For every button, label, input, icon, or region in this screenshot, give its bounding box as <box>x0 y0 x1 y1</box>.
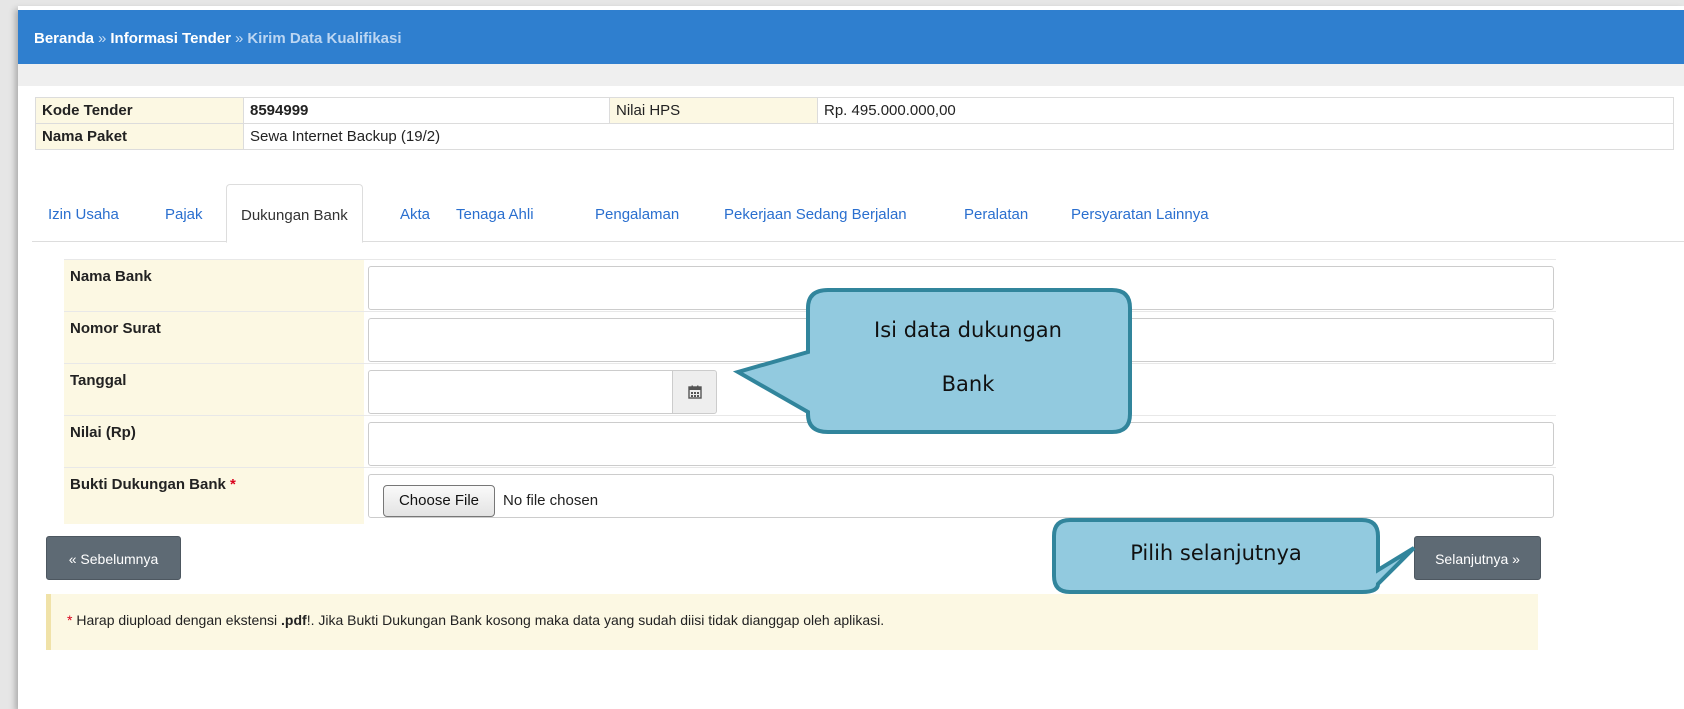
callout-fill-line2: Bank <box>941 372 995 396</box>
callout-next-hint: Pilih selanjutnya <box>1130 541 1302 565</box>
callout-bubble-fill-data <box>732 288 1132 434</box>
callout-fill-line1: Isi data dukungan <box>874 318 1062 342</box>
page: Beranda» Informasi Tender» Kirim Data Kual… <box>0 0 1684 709</box>
annotation-overlay <box>732 288 1416 594</box>
